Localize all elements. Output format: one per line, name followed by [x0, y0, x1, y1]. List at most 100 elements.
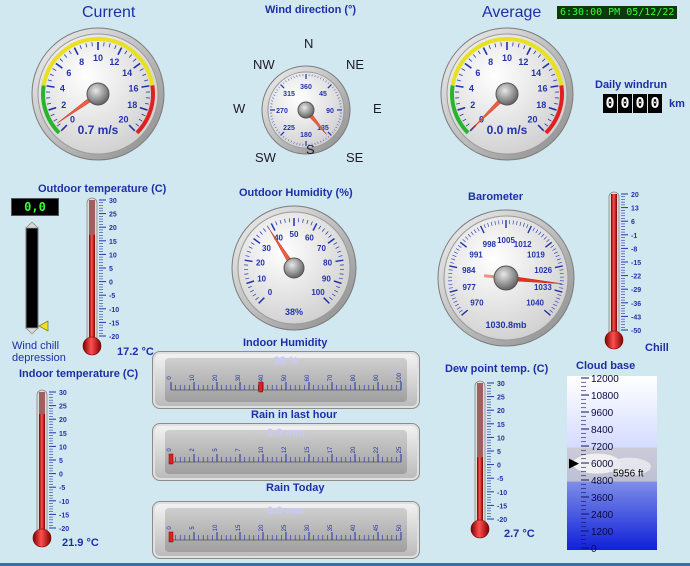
gauge-tick-label: 18 — [536, 100, 546, 110]
thermometer-tick-label: 5 — [497, 449, 501, 456]
thermometer-tick-label: -20 — [59, 526, 69, 533]
thermometer-tick-label: 30 — [59, 390, 67, 397]
scale-tick-label: 2 — [190, 448, 196, 452]
thermometer-tick-label: 25 — [109, 212, 117, 219]
windrun-unit: km — [669, 98, 685, 110]
scale-marker — [168, 531, 174, 543]
scale-tick-label: 0 — [167, 376, 173, 380]
cloud-base-tick-label: 2400 — [591, 510, 614, 521]
rain-today-label: Rain Today — [266, 482, 325, 494]
cloud-base-readout: 5956 ft — [613, 469, 644, 480]
gauge-readout: 38% — [285, 307, 303, 317]
thermometer-tick-label: -50 — [631, 328, 641, 335]
gauge-tick-label: 991 — [469, 251, 483, 260]
scale-tick-label: 0 — [167, 448, 173, 452]
thermometer-tick-label: -20 — [497, 517, 507, 524]
compass-tick-label: 360 — [300, 84, 312, 91]
thermometer-tick-label: -10 — [59, 499, 69, 506]
windrun-digit: 0 — [603, 94, 617, 113]
scale-tick-label: 25 — [397, 446, 403, 453]
gauge-hub — [493, 265, 519, 291]
windchill-track — [25, 227, 39, 329]
windchill-lcd: 0,0 — [11, 198, 59, 216]
gauge-tick-label: 30 — [262, 244, 271, 253]
scale-marker — [168, 453, 174, 465]
average-title: Average — [482, 4, 542, 21]
indoor-temp-readout: 21.9 °C — [62, 537, 99, 549]
gauge-tick-label: 1033 — [534, 283, 552, 292]
gauge-tick-label: 1040 — [526, 298, 544, 307]
thermometer-tick-label: 25 — [497, 395, 505, 402]
scale-tick-label: 30 — [236, 374, 242, 381]
compass-tick-label: 225 — [283, 125, 295, 132]
scale-tick-label: 0 — [167, 526, 173, 530]
scale-tick-label: 15 — [236, 524, 242, 531]
gauge-tick-label: 12 — [518, 57, 528, 67]
indoor-humidity-scale: 0 10 20 30 40 50 60 70 80 90 100 — [167, 372, 403, 393]
wind-direction-title: Wind direction (°) — [265, 4, 357, 16]
outdoor-temp-thermometer: 30 25 20 15 10 5 0 -5 -10 -15 -20 — [82, 197, 119, 356]
thermometer-tick-label: -10 — [497, 490, 507, 497]
scale-tick-label: 90 — [374, 374, 380, 381]
compass-s: S — [306, 142, 315, 157]
thermometer-tick-label: 20 — [59, 417, 67, 424]
thermometer-mercury — [39, 414, 45, 534]
rain-today-panel: 0.0 mm 0 5 10 15 20 25 30 35 40 45 50 — [152, 501, 420, 559]
gauge-tick-label: 1026 — [534, 266, 552, 275]
outdoor-humidity-gauge: 010203040 50 6070809010038% — [231, 205, 357, 331]
barometer-label: Barometer — [468, 191, 524, 203]
thermometer-tick-label: 10 — [109, 252, 117, 259]
gauge-tick-label: 10 — [257, 275, 266, 284]
gauge-tick-label: 4 — [60, 83, 65, 93]
thermometer-tick-label: -22 — [631, 274, 641, 281]
windrun-digit: 0 — [648, 94, 662, 113]
cloud-base-tick-label: 8400 — [591, 425, 614, 436]
windchill-label-line1: Wind chill — [12, 340, 60, 352]
indoor-temp-thermometer: 30 25 20 15 10 5 0 -5 -10 -15 -20 — [32, 389, 69, 548]
gauge-tick-label: 100 — [311, 288, 325, 297]
gauge-tick-label: 6 — [66, 68, 71, 78]
thermometer-tick-label: 15 — [497, 422, 505, 429]
dew-point-readout: 2.7 °C — [504, 528, 535, 540]
gauge-tick-label: 16 — [538, 83, 548, 93]
compass-tick-label: 180 — [300, 132, 312, 139]
scale-tick-label: 20 — [259, 524, 265, 531]
thermometer-tick-label: -36 — [631, 301, 641, 308]
scale-tick-label: 40 — [351, 524, 357, 531]
gauge-tick-label: 90 — [322, 275, 331, 284]
thermometer-tick-label: 20 — [631, 192, 639, 199]
scale-tick-label: 5 — [213, 448, 219, 452]
thermometer-tick-label: -20 — [109, 334, 119, 341]
scale-tick-label: 50 — [397, 524, 403, 531]
gauge-hub — [297, 101, 315, 119]
windrun-digit: 0 — [633, 94, 647, 113]
gauge-tick-label: 60 — [305, 234, 314, 243]
clock-display: 6:30:00 PM 05/12/22 — [557, 6, 678, 19]
dew-point-thermometer: 30 25 20 15 10 5 0 -5 -10 -15 -20 — [470, 380, 507, 539]
windchill-pointer — [38, 320, 49, 332]
gauge-hub — [86, 82, 110, 106]
current-title: Current — [82, 4, 136, 21]
gauge-tick-label: 12 — [109, 57, 119, 67]
gauge-tick-label: 998 — [483, 240, 497, 249]
scale-tick-label: 80 — [351, 374, 357, 381]
scale-tick-label: 40 — [259, 374, 265, 381]
thermometer-tick-label: 5 — [59, 458, 63, 465]
wind-current-gauge: 02 468 10 1214 16 18 200.7 m/s — [31, 27, 165, 161]
gauge-tick-label: 20 — [256, 259, 265, 268]
barometer-gauge: 970 977 984 991998 10051012 1019 1026 1033 1040 1… — [437, 209, 575, 347]
cloud-base-tick-label: 4800 — [591, 476, 614, 487]
thermometer-tick-label: -5 — [109, 293, 115, 300]
thermometer-tick-label: -15 — [497, 503, 507, 510]
scale-tick-label: 50 — [282, 374, 288, 381]
gauge-tick-label: 4 — [469, 83, 474, 93]
compass-ne: NE — [346, 57, 365, 72]
cloud-base-tick-label: 3600 — [591, 493, 614, 504]
chill-thermometer: 20 13 6 -1 -8 -15 -22 -29 -36 -43 -50 — [604, 191, 641, 350]
gauge-hub — [495, 82, 519, 106]
gauge-readout: 0.0 m/s — [487, 123, 528, 137]
thermometer-tick-label: 10 — [59, 444, 67, 451]
thermometer-tick-label: -5 — [497, 476, 503, 483]
thermometer-tick-label: -1 — [631, 233, 637, 240]
thermometer-tick-label: 0 — [497, 463, 501, 470]
